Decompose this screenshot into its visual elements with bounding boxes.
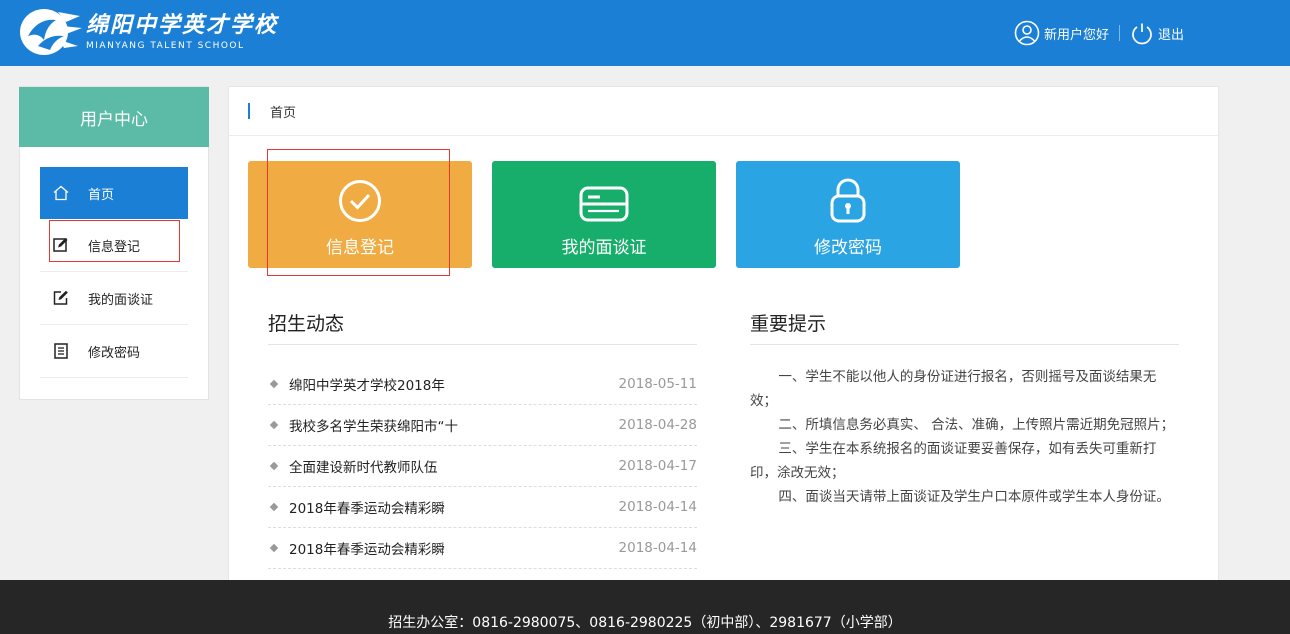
footer: 招生办公室：0816-2980075、0816-2980225（初中部）、298… [0,580,1290,634]
top-header: 绵阳中学英才学校 MIANYANG TALENT SCHOOL 新用户您好 退出 [0,0,1290,66]
document-list-icon [54,343,68,359]
sidebar: 用户中心 首页 信息登记 我的面谈证 修改密码 [19,86,209,400]
breadcrumb: 首页 [229,87,1218,136]
news-item-date: 2018-05-11 [618,376,697,392]
tip-paragraph: 一、学生不能以他人的身份证进行报名，否则摇号及面谈结果无效； [750,369,1157,409]
tile-label: 信息登记 [326,238,394,258]
news-item-title: 我校多名学生荣获绵阳市“十 [289,419,458,435]
sidebar-item-interview-card[interactable]: 我的面谈证 [40,272,188,325]
header-divider [1118,25,1120,41]
news-item[interactable]: 2018年春季运动会精彩瞬 2018-04-14 [268,487,697,528]
news-item-title: 全面建设新时代教师队伍 [289,460,438,476]
bullet-icon [269,420,279,430]
footer-contact: 招生办公室：0816-2980075、0816-2980225（初中部）、298… [388,615,902,631]
logo-english-name: MIANYANG TALENT SCHOOL [86,41,245,51]
school-emblem-icon [20,9,82,55]
sidebar-title: 用户中心 [19,87,209,147]
check-circle-icon [339,180,381,222]
sidebar-item-label: 我的面谈证 [88,292,154,308]
user-greeting: 新用户您好 [1043,27,1109,43]
news-item[interactable]: 绵阳中学英才学校2018年 2018-05-11 [268,364,697,405]
news-item-date: 2018-04-14 [618,499,697,515]
news-list: 绵阳中学英才学校2018年 2018-05-11 我校多名学生荣获绵阳市“十 201… [268,364,697,569]
news-item[interactable]: 全面建设新时代教师队伍 2018-04-17 [268,446,697,487]
news-item-date: 2018-04-17 [618,458,697,474]
bullet-icon [269,461,279,471]
tips-body: 一、学生不能以他人的身份证进行报名，否则摇号及面谈结果无效； 二、所填信息务必真… [750,365,1179,509]
home-icon [53,185,69,201]
news-item-title: 2018年春季运动会精彩瞬 [289,501,445,517]
user-icon [1014,20,1040,46]
user-greeting-link[interactable]: 新用户您好 [1014,20,1109,46]
sidebar-item-label: 首页 [88,187,115,203]
tile-info-register[interactable]: 信息登记 [248,161,472,268]
user-area: 新用户您好 退出 [1014,20,1184,46]
card-icon [579,186,629,222]
news-item-date: 2018-04-28 [618,417,697,433]
tip-paragraph: 四、面谈当天请带上面谈证及学生户口本原件或学生本人身份证。 [778,489,1170,505]
tile-label: 我的面谈证 [561,238,647,258]
tile-label: 修改密码 [814,238,882,258]
news-title: 招生动态 [268,309,697,345]
sidebar-item-label: 修改密码 [88,345,141,361]
tip-paragraph: 二、所填信息务必真实、 合法、准确，上传照片需近期免冠照片； [778,417,1175,433]
sidebar-menu: 首页 信息登记 我的面谈证 修改密码 [40,167,188,378]
sidebar-item-change-password[interactable]: 修改密码 [40,325,188,378]
power-icon [1132,23,1152,45]
bullet-icon [269,502,279,512]
logout-label: 退出 [1157,27,1184,43]
tile-change-password[interactable]: 修改密码 [736,161,960,268]
news-item-title: 绵阳中学英才学校2018年 [289,378,445,394]
quick-tiles: 信息登记 我的面谈证 修改密码 [248,161,980,268]
main-panel: 首页 信息登记 我的面谈证 修改密码 招生动态 绵阳中学英才学校2018年 201… [228,86,1219,586]
sidebar-item-info-register[interactable]: 信息登记 [40,219,188,272]
news-item[interactable]: 我校多名学生荣获绵阳市“十 2018-04-28 [268,405,697,446]
sidebar-item-label: 信息登记 [88,239,141,255]
logo-chinese-name: 绵阳中学英才学校 [86,12,279,38]
news-item-date: 2018-04-14 [618,540,697,556]
school-logo[interactable]: 绵阳中学英才学校 MIANYANG TALENT SCHOOL [18,6,278,58]
sidebar-item-home[interactable]: 首页 [40,167,188,219]
edit-square-icon [53,290,68,305]
logout-button[interactable]: 退出 [1130,21,1184,45]
bullet-icon [269,543,279,553]
tip-paragraph: 三、学生在本系统报名的面谈证要妥善保存，如有丢失可重新打印，涂改无效； [750,441,1157,481]
tips-title: 重要提示 [750,309,1179,345]
bullet-icon [269,379,279,389]
tile-interview-card[interactable]: 我的面谈证 [492,161,716,268]
admission-news: 招生动态 绵阳中学英才学校2018年 2018-05-11 我校多名学生荣获绵阳市… [268,309,697,569]
edit-icon [53,238,68,252]
news-item[interactable]: 2018年春季运动会精彩瞬 2018-04-14 [268,528,697,569]
news-item-title: 2018年春季运动会精彩瞬 [289,542,445,558]
important-tips: 重要提示 一、学生不能以他人的身份证进行报名，否则摇号及面谈结果无效； 二、所填… [750,309,1179,509]
lock-icon [830,178,866,223]
